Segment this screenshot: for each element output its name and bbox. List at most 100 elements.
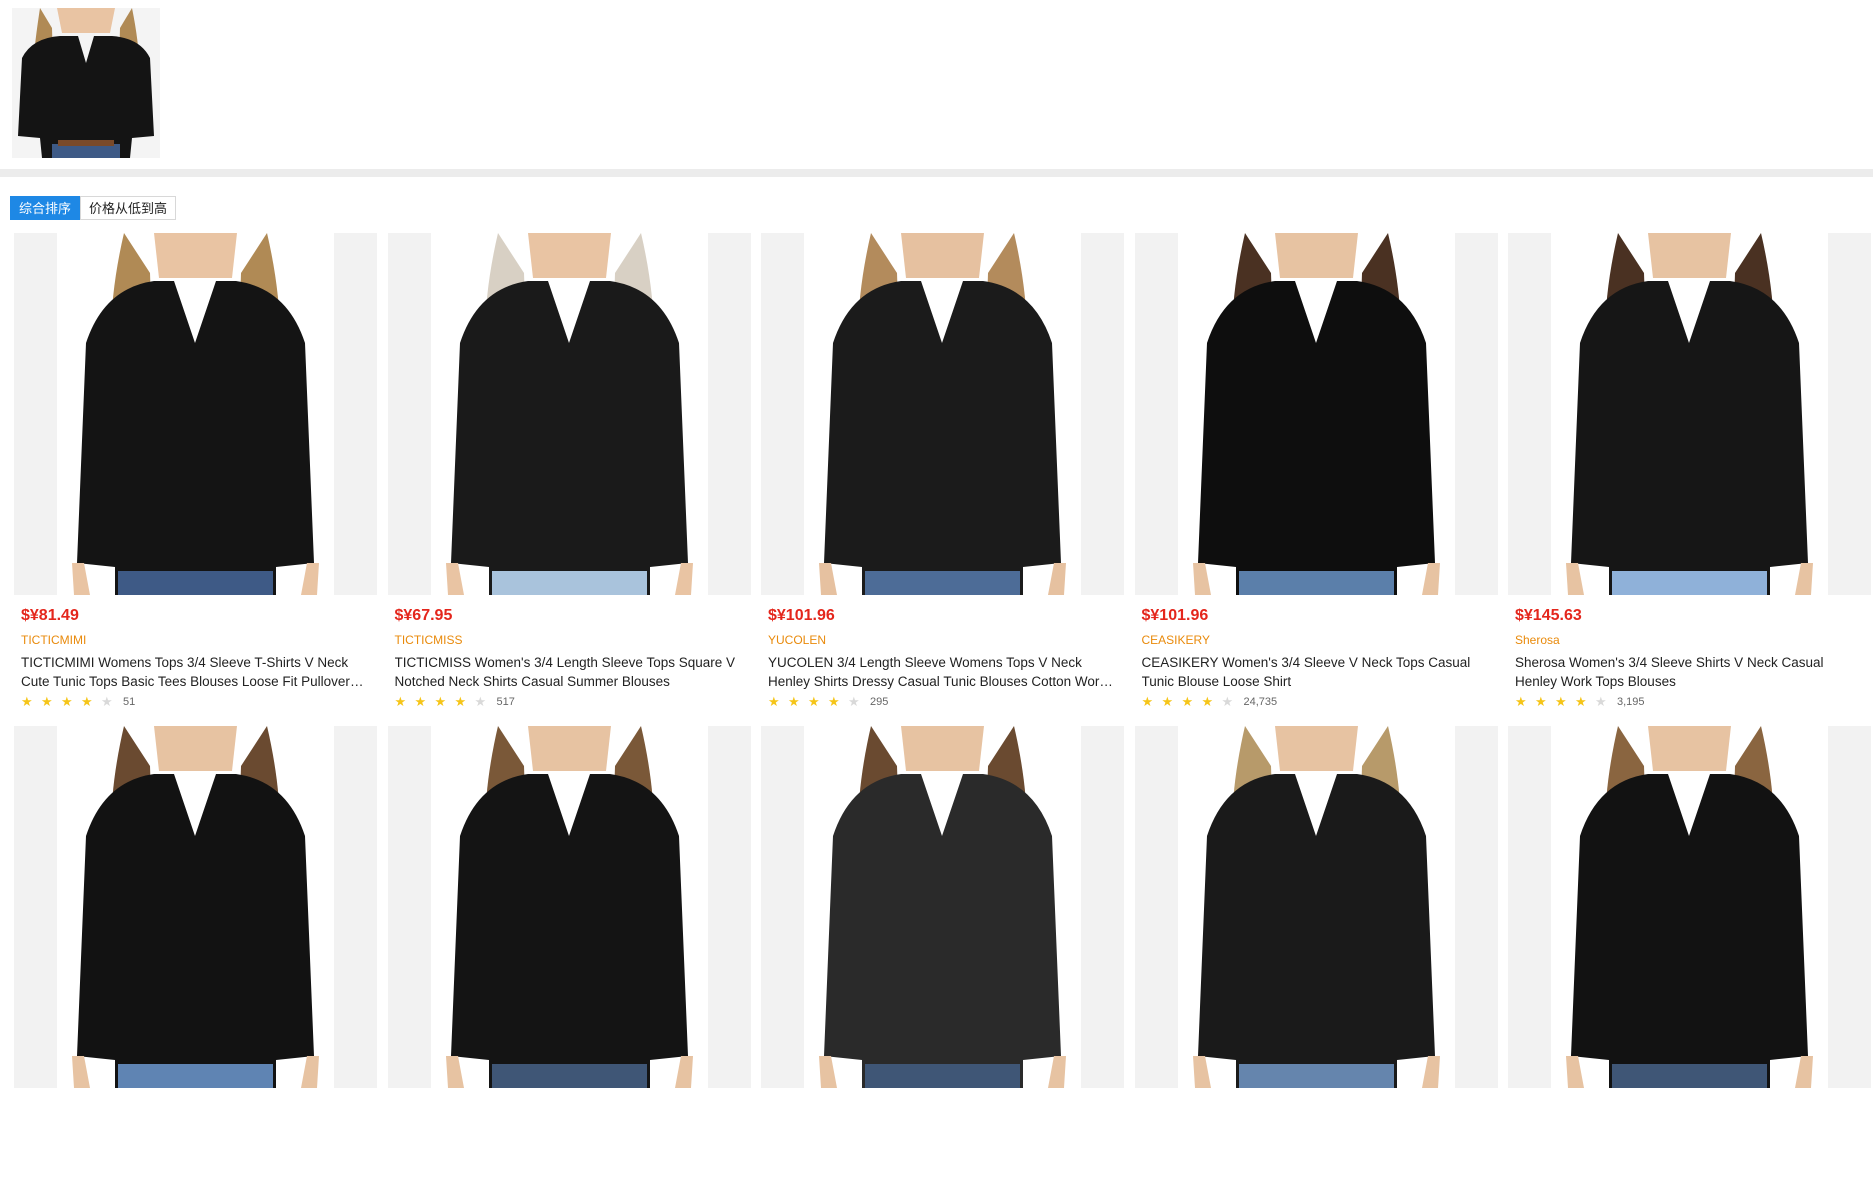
product-card-10[interactable]: ★ ★ ★ ★ ★ — [1508, 726, 1871, 1184]
product-photo — [445, 233, 693, 595]
product-brand[interactable] — [1515, 1126, 1871, 1140]
star-icon: ★ — [61, 694, 73, 709]
product-rating: ★ ★ ★ ★ ★ 295 — [768, 694, 1124, 710]
product-photo — [1192, 726, 1440, 1088]
star-icon: ★ — [474, 694, 487, 709]
product-photo — [819, 233, 1066, 595]
product-card-3[interactable]: $¥101.96 YUCOLEN YUCOLEN 3/4 Length Slee… — [761, 233, 1124, 710]
product-brand[interactable]: CEASIKERY — [1142, 633, 1498, 647]
product-brand[interactable]: TICTICMISS — [395, 633, 751, 647]
star-icon: ★ — [1555, 694, 1567, 709]
product-card-7[interactable]: ★ ★ ★ ★ ★ — [387, 726, 751, 1184]
product-price: $¥101.96 — [768, 607, 835, 624]
product-image[interactable] — [387, 233, 751, 595]
star-icon: ★ — [394, 694, 407, 709]
product-card-2[interactable]: $¥67.95 TICTICMISS TICTICMISS Women's 3/… — [387, 233, 751, 710]
product-image[interactable] — [14, 233, 377, 595]
product-title[interactable] — [768, 1146, 1118, 1184]
query-product-photo — [12, 8, 160, 158]
product-image[interactable] — [761, 233, 1124, 595]
product-price — [768, 1100, 1124, 1120]
product-title[interactable]: Sherosa Women's 3/4 Sleeve Shirts V Neck… — [1515, 653, 1865, 691]
product-image[interactable] — [1134, 233, 1498, 595]
product-image[interactable] — [14, 726, 377, 1088]
product-rating: ★ ★ ★ ★ ★ 24,735 — [1142, 694, 1498, 710]
product-rating: ★ ★ ★ ★ ★ 51 — [21, 694, 377, 710]
sort-bar: 综合排序 价格从低到高 — [10, 196, 177, 220]
product-rating: ★ ★ ★ ★ ★ 517 — [395, 694, 751, 710]
sort-tab-comprehensive[interactable]: 综合排序 — [10, 196, 81, 220]
product-price: $¥101.96 — [1141, 607, 1209, 624]
review-count: 295 — [870, 696, 889, 708]
star-icon: ★ — [848, 694, 860, 709]
product-title[interactable]: TICTICMIMI Womens Tops 3/4 Sleeve T-Shir… — [21, 653, 371, 691]
product-price: $¥67.95 — [394, 607, 453, 624]
star-icon: ★ — [788, 694, 800, 709]
review-count: 517 — [496, 696, 515, 708]
star-icon: ★ — [1575, 694, 1587, 709]
review-count: 24,735 — [1243, 696, 1278, 708]
query-image-thumbnail[interactable] — [12, 8, 160, 158]
star-icon: ★ — [434, 694, 447, 709]
product-price — [1515, 1100, 1871, 1120]
product-card-1[interactable]: $¥81.49 TICTICMIMI TICTICMIMI Womens Top… — [14, 233, 377, 710]
product-card-9[interactable]: ★ ★ ★ ★ ★ — [1134, 726, 1498, 1184]
product-image[interactable] — [387, 726, 751, 1088]
product-card-4[interactable]: $¥101.96 CEASIKERY CEASIKERY Women's 3/4… — [1134, 233, 1498, 710]
product-title[interactable] — [21, 1146, 371, 1184]
product-title[interactable]: CEASIKERY Women's 3/4 Sleeve V Neck Tops… — [1142, 653, 1492, 691]
product-photo — [819, 726, 1066, 1088]
product-card-5[interactable]: $¥145.63 Sherosa Sherosa Women's 3/4 Sle… — [1508, 233, 1871, 710]
product-photo — [1192, 233, 1440, 595]
star-icon: ★ — [1221, 694, 1234, 709]
product-price — [1142, 1100, 1498, 1120]
product-photo — [1566, 233, 1813, 595]
product-image[interactable] — [1508, 233, 1871, 595]
product-brand[interactable]: TICTICMIMI — [21, 633, 377, 647]
star-icon: ★ — [101, 694, 113, 709]
star-icon: ★ — [808, 694, 820, 709]
product-brand[interactable]: YUCOLEN — [768, 633, 1124, 647]
product-photo — [445, 726, 693, 1088]
product-title[interactable] — [1515, 1146, 1865, 1184]
star-icon: ★ — [1535, 694, 1547, 709]
star-icon: ★ — [454, 694, 467, 709]
product-brand[interactable] — [21, 1126, 377, 1140]
star-icon: ★ — [21, 694, 33, 709]
product-photo — [1566, 726, 1813, 1088]
star-icon: ★ — [1141, 694, 1154, 709]
star-icon: ★ — [1181, 694, 1194, 709]
product-price: $¥145.63 — [1515, 607, 1582, 624]
star-icon: ★ — [41, 694, 53, 709]
product-card-6[interactable]: ★ ★ ★ ★ ★ — [14, 726, 377, 1184]
product-image[interactable] — [1508, 726, 1871, 1088]
star-icon: ★ — [1515, 694, 1527, 709]
product-price: $¥81.49 — [21, 607, 79, 624]
product-image[interactable] — [1134, 726, 1498, 1088]
product-image[interactable] — [761, 726, 1124, 1088]
product-brand[interactable] — [768, 1126, 1124, 1140]
product-title[interactable] — [1142, 1146, 1492, 1184]
star-icon: ★ — [1201, 694, 1214, 709]
star-icon: ★ — [1595, 694, 1607, 709]
product-brand[interactable] — [395, 1126, 751, 1140]
review-count: 51 — [123, 696, 136, 708]
product-photo — [72, 233, 319, 595]
star-icon: ★ — [828, 694, 840, 709]
product-title[interactable] — [395, 1146, 745, 1184]
product-price — [21, 1100, 377, 1120]
star-icon: ★ — [1161, 694, 1174, 709]
star-icon: ★ — [768, 694, 780, 709]
product-title[interactable]: TICTICMISS Women's 3/4 Length Sleeve Top… — [395, 653, 745, 691]
sort-tab-price-low-to-high[interactable]: 价格从低到高 — [80, 196, 177, 220]
star-icon: ★ — [81, 694, 93, 709]
product-card-8[interactable]: ★ ★ ★ ★ ★ — [761, 726, 1124, 1184]
product-price — [395, 1100, 751, 1120]
query-image-bar — [0, 0, 1873, 177]
product-rating: ★ ★ ★ ★ ★ 3,195 — [1515, 694, 1871, 710]
product-brand[interactable]: Sherosa — [1515, 633, 1871, 647]
product-grid: $¥81.49 TICTICMIMI TICTICMIMI Womens Top… — [14, 233, 1871, 1184]
product-brand[interactable] — [1142, 1126, 1498, 1140]
product-title[interactable]: YUCOLEN 3/4 Length Sleeve Womens Tops V … — [768, 653, 1118, 691]
product-photo — [72, 726, 319, 1088]
